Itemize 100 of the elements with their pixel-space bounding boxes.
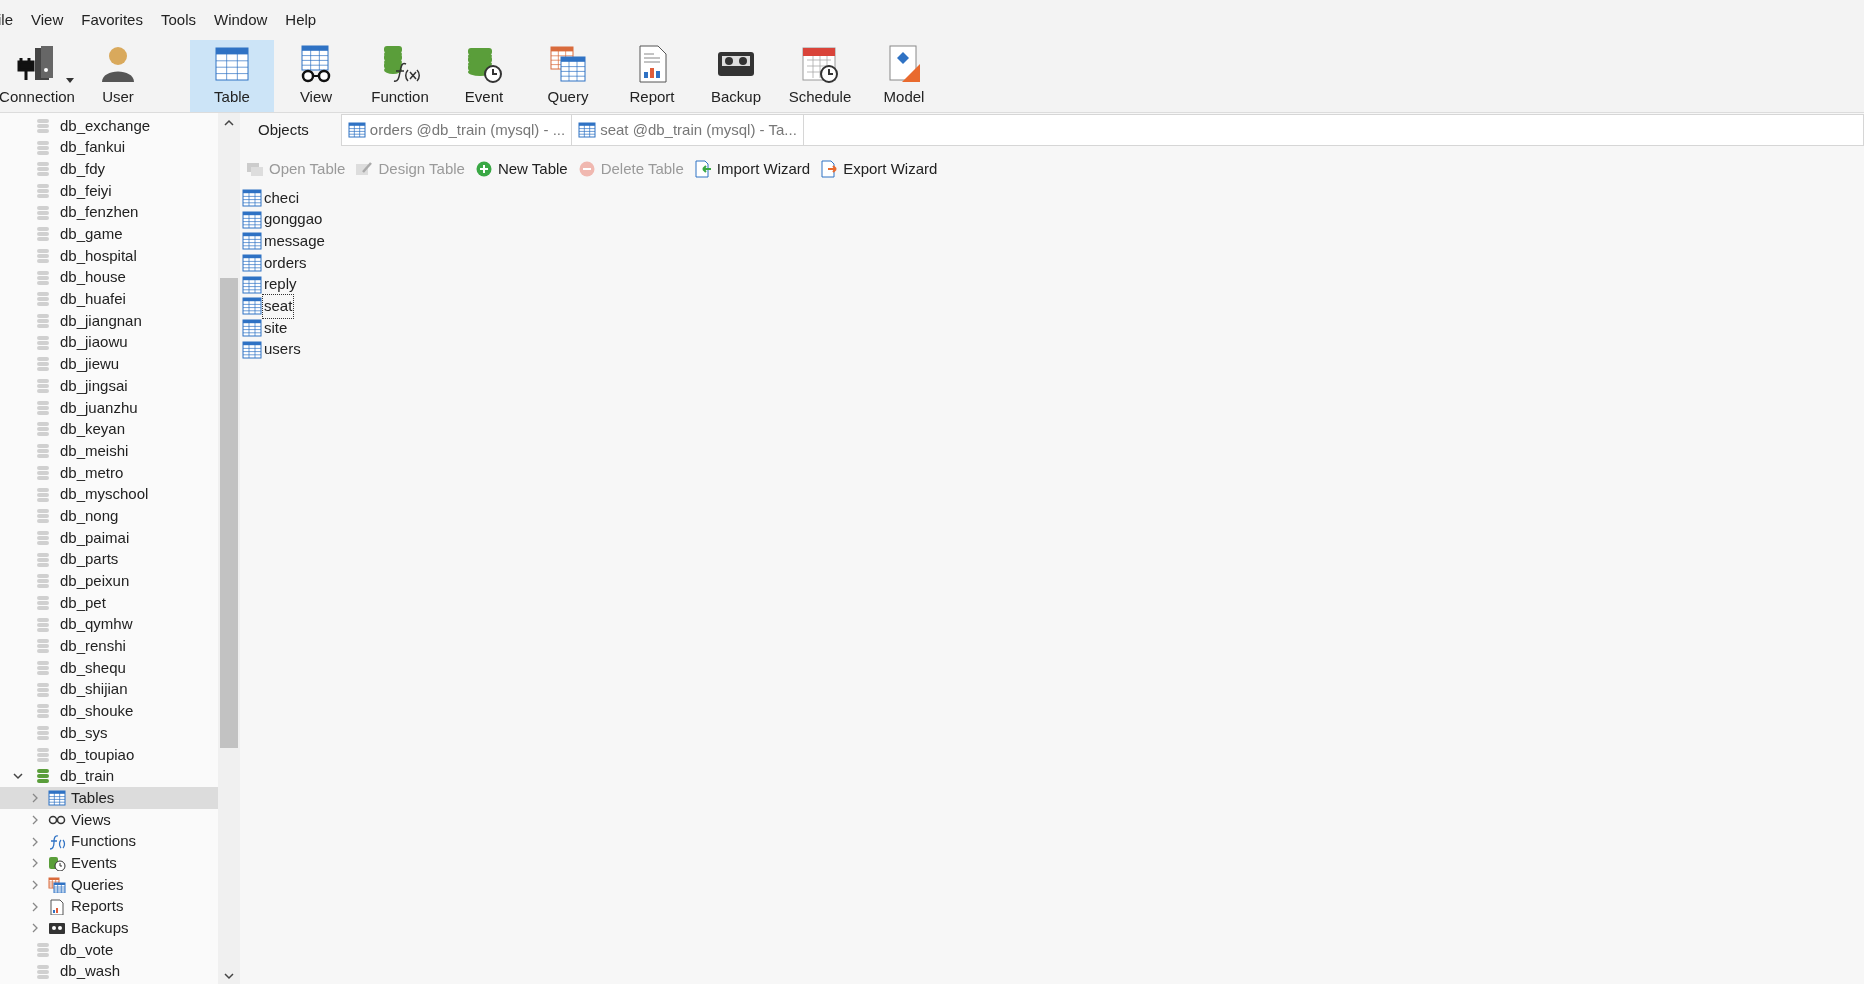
- toolbar-button[interactable]: Import Wizard: [693, 157, 811, 181]
- database-icon: [36, 378, 50, 395]
- cassette-icon: [48, 920, 66, 937]
- tree-item[interactable]: db_shequ: [0, 657, 218, 679]
- table-icon: [242, 275, 262, 294]
- tree-item[interactable]: db_exchange: [0, 115, 218, 137]
- table-list-item[interactable]: gonggao: [263, 208, 324, 231]
- table-icon: [242, 318, 262, 337]
- toolbar-button[interactable]: Model: [862, 40, 946, 112]
- tree-item[interactable]: db_house: [0, 266, 218, 289]
- tree-item[interactable]: db_jiangnan: [0, 310, 218, 332]
- database-icon: [36, 681, 50, 698]
- table-list-item[interactable]: checi: [263, 186, 301, 210]
- tree-item[interactable]: db_train: [0, 765, 218, 788]
- table-list-item[interactable]: message: [263, 229, 326, 253]
- database-icon: [36, 941, 50, 958]
- tree-item[interactable]: db_parts: [0, 548, 218, 571]
- tree-item[interactable]: db_jiewu: [0, 353, 218, 376]
- scrollbar-thumb[interactable]: [220, 278, 238, 748]
- table-list-item[interactable]: site: [263, 316, 289, 340]
- database-clock-icon: [48, 855, 66, 872]
- menu-item[interactable]: View: [31, 8, 64, 32]
- toolbar-button[interactable]: Event: [442, 40, 526, 112]
- tree-item[interactable]: db_metro: [0, 462, 218, 484]
- database-icon: [36, 594, 50, 611]
- database-icon: [36, 725, 50, 742]
- toolbar-button[interactable]: Report: [610, 40, 694, 112]
- database-icon: [36, 247, 50, 264]
- export-icon: [820, 160, 839, 178]
- tree-item[interactable]: db_fdy: [0, 158, 218, 181]
- table-icon: [48, 790, 66, 807]
- tree-item[interactable]: db_qymhw: [0, 613, 218, 636]
- tree-item[interactable]: Reports: [0, 895, 218, 918]
- tree-item[interactable]: db_shouke: [0, 700, 218, 723]
- toolbar-button[interactable]: New Table: [474, 157, 568, 181]
- database-icon: [36, 334, 50, 351]
- tree-item[interactable]: db_jiaowu: [0, 331, 218, 354]
- toolbar-button[interactable]: User: [76, 40, 160, 112]
- tree-item[interactable]: Queries: [0, 874, 218, 896]
- database-icon: [36, 746, 50, 763]
- database-icon: [36, 638, 50, 655]
- tree-item[interactable]: db_sys: [0, 722, 218, 744]
- tree-item[interactable]: Backups: [0, 917, 218, 940]
- menu-item[interactable]: Window: [214, 8, 268, 32]
- tree-item[interactable]: db_feiyi: [0, 180, 218, 202]
- add-icon: [474, 160, 493, 178]
- tree-item[interactable]: db_fenzhen: [0, 201, 218, 224]
- toolbar-button[interactable]: Schedule: [778, 40, 862, 112]
- tree-item[interactable]: Functions: [0, 830, 218, 853]
- tree-item[interactable]: db_jingsai: [0, 375, 218, 397]
- table-icon: [242, 188, 262, 207]
- tree-item[interactable]: db_paimai: [0, 527, 218, 549]
- tree-item[interactable]: db_meishi: [0, 440, 218, 462]
- scroll-up-icon[interactable]: [224, 119, 234, 126]
- toolbar-button[interactable]: Backup: [694, 40, 778, 112]
- menu-item[interactable]: Help: [285, 8, 317, 32]
- database-icon: [36, 399, 50, 416]
- tree-item[interactable]: db_keyan: [0, 418, 218, 441]
- tree-item[interactable]: Events: [0, 852, 218, 875]
- tree-item[interactable]: db_vote: [0, 939, 218, 961]
- tree-item[interactable]: db_huafei: [0, 288, 218, 311]
- tree-item[interactable]: db_peixun: [0, 570, 218, 593]
- tree-item[interactable]: db_wash: [0, 960, 218, 983]
- tree-item[interactable]: db_fankui: [0, 136, 218, 159]
- table-list-item[interactable]: orders: [263, 251, 308, 275]
- toolbar-button[interactable]: Table: [190, 40, 274, 112]
- table-icon: [242, 210, 262, 229]
- tree-item[interactable]: db_hospital: [0, 245, 218, 267]
- tree-item[interactable]: db_shijian: [0, 678, 218, 701]
- database-icon: [36, 421, 50, 438]
- toolbar-button[interactable]: Connection: [0, 40, 76, 112]
- tree-item[interactable]: db_toupiao: [0, 743, 218, 766]
- tree-item[interactable]: db_pet: [0, 592, 218, 614]
- database-icon: [36, 139, 50, 156]
- database-icon: [36, 616, 50, 633]
- toolbar-button[interactable]: Function: [358, 40, 442, 112]
- tree-item[interactable]: db_myschool: [0, 483, 218, 506]
- database-icon: [36, 204, 50, 221]
- database-icon: [36, 291, 50, 308]
- tree-item[interactable]: db_renshi: [0, 635, 218, 658]
- menu-item[interactable]: Tools: [160, 8, 196, 32]
- scrollbar[interactable]: [218, 113, 240, 984]
- toolbar-button[interactable]: Export Wizard: [820, 157, 938, 181]
- tree-item[interactable]: db_juanzhu: [0, 396, 218, 419]
- table-list-item[interactable]: seat: [263, 295, 294, 318]
- database-icon: [36, 117, 50, 134]
- table-list-item[interactable]: users: [263, 338, 302, 361]
- database-icon: [36, 551, 50, 568]
- scroll-down-icon[interactable]: [224, 973, 234, 980]
- tree-item[interactable]: Tables: [0, 787, 218, 809]
- table-list-item[interactable]: reply: [263, 273, 298, 296]
- tree-item[interactable]: db_nong: [0, 505, 218, 528]
- toolbar-button[interactable]: View: [274, 40, 358, 112]
- database-icon: [36, 573, 50, 590]
- database-icon: [36, 356, 50, 373]
- tree-item[interactable]: Views: [0, 809, 218, 831]
- database-icon: [36, 529, 50, 546]
- toolbar-button[interactable]: Query: [526, 40, 610, 112]
- menu-item[interactable]: Favorites: [81, 8, 143, 32]
- tree-item[interactable]: db_game: [0, 223, 218, 246]
